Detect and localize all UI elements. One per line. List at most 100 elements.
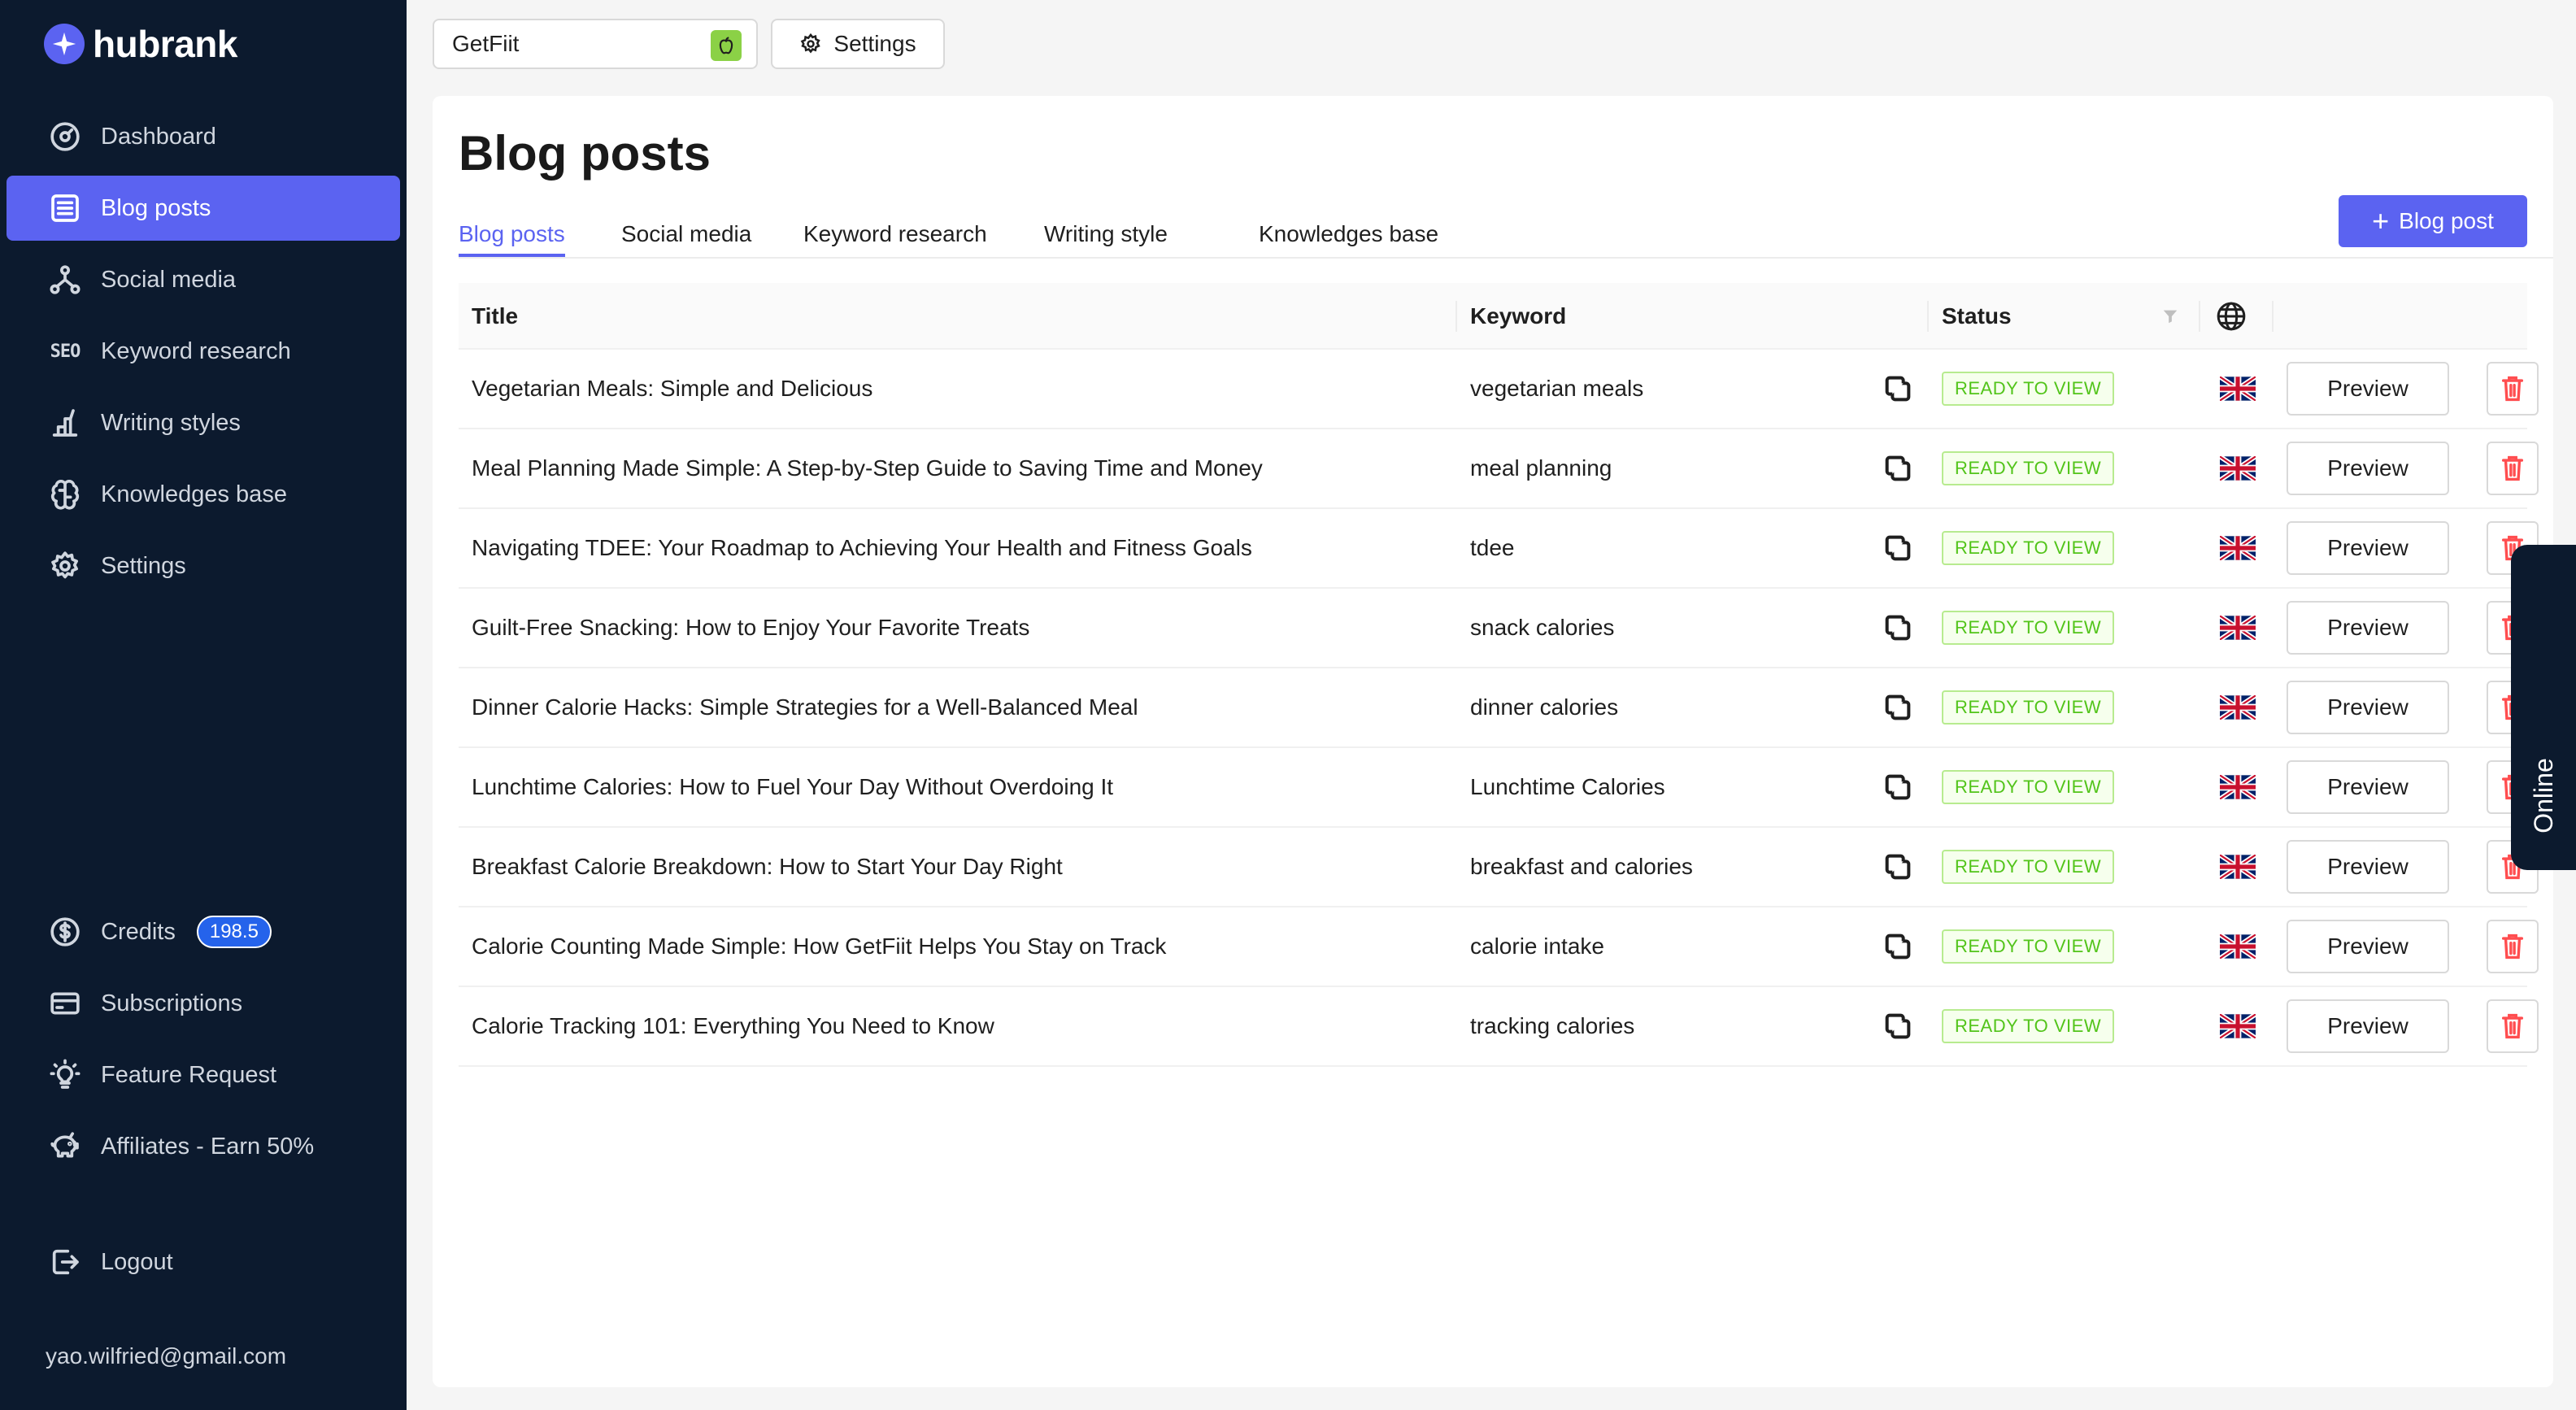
- table-row: Breakfast Calorie Breakdown: How to Star…: [459, 828, 2539, 907]
- status-badge: READY TO VIEW: [1942, 372, 2115, 406]
- status-cell: READY TO VIEW: [1942, 987, 2115, 1065]
- preview-button[interactable]: Preview: [2287, 442, 2449, 495]
- blog-posts-table: Title Keyword Status Vegetarian Meals: S…: [459, 283, 2539, 1067]
- app-logo[interactable]: hubrank: [44, 20, 237, 68]
- sidebar-item-social-media[interactable]: Social media: [7, 247, 400, 312]
- table-row: Lunchtime Calories: How to Fuel Your Day…: [459, 748, 2539, 828]
- table-row: Calorie Tracking 101: Everything You Nee…: [459, 987, 2539, 1067]
- sidebar: hubrank Dashboard Blog posts Social medi…: [0, 0, 407, 1410]
- uk-flag-icon: [2220, 987, 2256, 1065]
- preview-button[interactable]: Preview: [2287, 681, 2449, 734]
- post-keyword: calorie intake: [1470, 933, 1604, 959]
- tab-knowledges-base[interactable]: Knowledges base: [1259, 203, 1438, 257]
- sidebar-item-writing-styles[interactable]: Writing styles: [7, 390, 400, 455]
- tab-social-media[interactable]: Social media: [621, 203, 751, 257]
- status-badge: READY TO VIEW: [1942, 929, 2115, 964]
- project-selector[interactable]: GetFiit: [433, 19, 758, 69]
- delete-button[interactable]: [2487, 999, 2539, 1053]
- copy-icon[interactable]: [1882, 350, 1914, 428]
- gear-icon: [799, 33, 822, 55]
- tab-keyword-research[interactable]: Keyword research: [803, 203, 987, 257]
- status-cell: READY TO VIEW: [1942, 828, 2115, 906]
- copy-icon[interactable]: [1882, 429, 1914, 507]
- sidebar-item-blog-posts[interactable]: Blog posts: [7, 176, 400, 241]
- trash-icon: [2501, 1013, 2524, 1039]
- status-cell: READY TO VIEW: [1942, 907, 2115, 986]
- page-tabs: Blog posts Social media Keyword research…: [459, 203, 2553, 259]
- delete-cell: [2487, 987, 2539, 1065]
- logout-button[interactable]: Logout: [7, 1229, 400, 1295]
- column-header-status[interactable]: Status: [1942, 283, 2012, 350]
- preview-button[interactable]: Preview: [2287, 999, 2449, 1053]
- sidebar-item-dashboard[interactable]: Dashboard: [7, 104, 400, 169]
- preview-button[interactable]: Preview: [2287, 920, 2449, 973]
- globe-icon: [2215, 283, 2247, 350]
- post-keyword: breakfast and calories: [1470, 854, 1693, 879]
- post-keyword: tracking calories: [1470, 1013, 1635, 1038]
- lightbulb-icon: [47, 1057, 83, 1093]
- sidebar-item-feature-request[interactable]: Feature Request: [7, 1042, 400, 1108]
- project-settings-button[interactable]: Settings: [771, 19, 945, 69]
- preview-button[interactable]: Preview: [2287, 601, 2449, 655]
- preview-cell: Preview: [2287, 748, 2449, 826]
- preview-cell: Preview: [2287, 907, 2449, 986]
- preview-cell: Preview: [2287, 429, 2449, 507]
- sidebar-item-label: Dashboard: [101, 123, 216, 150]
- post-title: Dinner Calorie Hacks: Simple Strategies …: [472, 694, 1138, 720]
- logout-label: Logout: [101, 1248, 173, 1275]
- sidebar-item-keyword-research[interactable]: SEO Keyword research: [7, 319, 400, 384]
- uk-flag-icon: [2220, 748, 2256, 826]
- copy-icon[interactable]: [1882, 589, 1914, 667]
- preview-button[interactable]: Preview: [2287, 362, 2449, 416]
- copy-icon[interactable]: [1882, 748, 1914, 826]
- new-blog-post-label: Blog post: [2399, 208, 2494, 233]
- tab-writing-style[interactable]: Writing style: [1044, 203, 1168, 257]
- copy-icon[interactable]: [1882, 828, 1914, 906]
- piggy-bank-icon: [47, 1129, 83, 1164]
- uk-flag-icon: [2220, 350, 2256, 428]
- table-row: Meal Planning Made Simple: A Step-by-Ste…: [459, 429, 2539, 509]
- tab-blog-posts[interactable]: Blog posts: [459, 203, 565, 257]
- post-title: Calorie Tracking 101: Everything You Nee…: [472, 1013, 994, 1038]
- post-keyword: tdee: [1470, 535, 1515, 560]
- preview-button[interactable]: Preview: [2287, 521, 2449, 575]
- trash-icon: [2501, 376, 2524, 402]
- preview-cell: Preview: [2287, 987, 2449, 1065]
- preview-button[interactable]: Preview: [2287, 840, 2449, 894]
- sidebar-item-label: Feature Request: [101, 1061, 277, 1088]
- table-row: Vegetarian Meals: Simple and Delicious v…: [459, 350, 2539, 429]
- sidebar-item-settings[interactable]: Settings: [7, 533, 400, 598]
- preview-cell: Preview: [2287, 589, 2449, 667]
- sidebar-item-label: Blog posts: [101, 194, 211, 221]
- delete-button[interactable]: [2487, 442, 2539, 495]
- status-cell: READY TO VIEW: [1942, 748, 2115, 826]
- logo-star-icon: [44, 24, 85, 64]
- copy-icon[interactable]: [1882, 907, 1914, 986]
- copy-icon[interactable]: [1882, 668, 1914, 746]
- sidebar-item-affiliates[interactable]: Affiliates - Earn 50%: [7, 1114, 400, 1179]
- column-header-keyword[interactable]: Keyword: [1470, 283, 1566, 350]
- status-badge: READY TO VIEW: [1942, 451, 2115, 485]
- copy-icon[interactable]: [1882, 987, 1914, 1065]
- plus-icon: +: [2372, 204, 2390, 237]
- status-badge: READY TO VIEW: [1942, 1009, 2115, 1043]
- status-badge: READY TO VIEW: [1942, 770, 2115, 804]
- sidebar-item-label: Social media: [101, 266, 237, 293]
- copy-icon[interactable]: [1882, 509, 1914, 587]
- sidebar-item-knowledges-base[interactable]: Knowledges base: [7, 462, 400, 527]
- sidebar-item-credits[interactable]: Credits 198.5: [7, 899, 400, 964]
- post-keyword: snack calories: [1470, 615, 1615, 640]
- delete-button[interactable]: [2487, 362, 2539, 416]
- settings-button-label: Settings: [833, 31, 916, 56]
- new-blog-post-button[interactable]: + Blog post: [2339, 195, 2527, 247]
- delete-button[interactable]: [2487, 920, 2539, 973]
- status-cell: READY TO VIEW: [1942, 509, 2115, 587]
- sidebar-item-subscriptions[interactable]: Subscriptions: [7, 971, 400, 1036]
- filter-icon[interactable]: [2161, 283, 2179, 350]
- preview-button[interactable]: Preview: [2287, 760, 2449, 814]
- project-name: GetFiit: [452, 31, 520, 56]
- column-header-title[interactable]: Title: [472, 283, 518, 350]
- uk-flag-icon: [2220, 907, 2256, 986]
- online-status-tab[interactable]: Online: [2511, 545, 2576, 870]
- post-keyword: vegetarian meals: [1470, 376, 1644, 401]
